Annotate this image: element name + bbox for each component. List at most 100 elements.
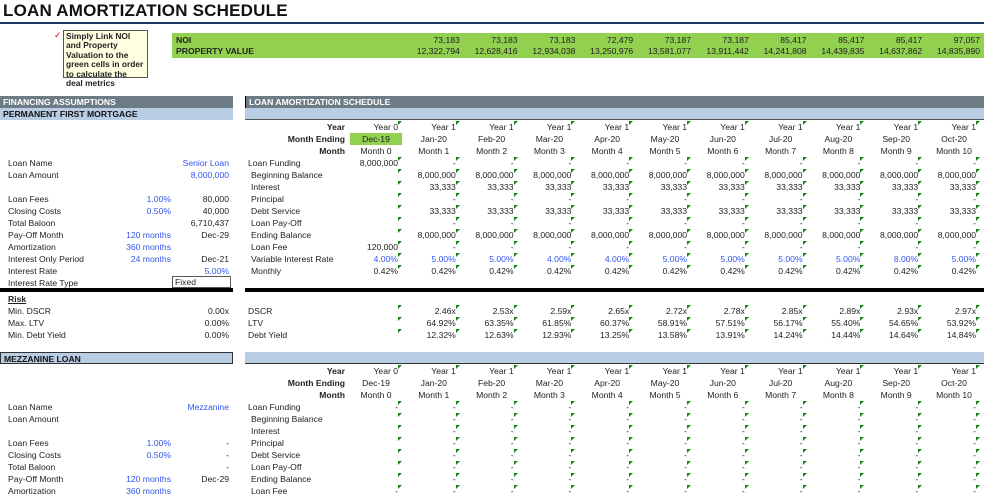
schedule-cell[interactable]: 5.00% (695, 253, 749, 265)
schedule-cell: - (579, 217, 634, 229)
mezz-schedule-cell: - (579, 413, 634, 425)
instruction-comment: Simply Link NOI and Property Valuation t… (63, 30, 148, 88)
mezz-schedule-cell: - (695, 473, 749, 485)
assumption-value[interactable]: Senior Loan (172, 157, 229, 169)
schedule-cell[interactable]: 5.00% (810, 253, 865, 265)
schedule-cell: 8,000,000 (810, 169, 865, 181)
mezz-schedule-cell: - (637, 461, 691, 473)
mezz-assumption-input[interactable]: 0.50% (100, 449, 171, 461)
mezz-schedule-cell: - (521, 473, 576, 485)
schedule-row-label: Interest (251, 426, 280, 436)
assumption-value: 6,710,437 (190, 218, 229, 228)
assumption-input[interactable]: 120 months (100, 229, 171, 241)
mezz-schedule-cell: - (521, 461, 576, 473)
mezz-schedule-cell: - (406, 473, 460, 485)
schedule-cell: - (695, 157, 749, 169)
assumption-input[interactable]: 0.50% (100, 205, 171, 217)
schedule-cell: 8,000,000 (637, 229, 691, 241)
mezz-schedule-cell: - (464, 449, 518, 461)
schedule-cell: - (810, 241, 865, 253)
mezz-schedule-cell: - (464, 473, 518, 485)
mezz-schedule-cell: - (926, 461, 980, 473)
mezz-schedule-cell: - (695, 449, 749, 461)
assumption-input[interactable]: 360 months (100, 241, 171, 253)
metric-cell: 56.17% (753, 317, 807, 329)
schedule-subheader-band (245, 108, 984, 120)
schedule-cell[interactable]: 5.00% (464, 253, 518, 265)
mezz-schedule-cell: - (810, 461, 865, 473)
mezz-schedule-cell: - (579, 461, 634, 473)
metric-cell: 14.24% (753, 329, 807, 341)
schedule-cell[interactable]: 4.00% (579, 253, 634, 265)
assumption-label: Loan Amount (8, 170, 59, 180)
metric-cell: 2.46x (406, 305, 460, 317)
schedule-cell: - (753, 217, 807, 229)
year-header: Year 1 (695, 121, 749, 133)
schedule-cell: - (868, 217, 923, 229)
mezz-schedule-cell: - (753, 413, 807, 425)
month-ending-header[interactable]: Dec-19 (350, 133, 402, 145)
mezz-schedule-cell: - (521, 401, 576, 413)
mezz-schedule-cell: - (753, 461, 807, 473)
schedule-cell: 0.42% (406, 265, 460, 277)
mezz-schedule-cell: - (521, 485, 576, 497)
comment-indicator-icon: ✓ (54, 30, 62, 40)
schedule-cell[interactable]: 4.00% (521, 253, 576, 265)
year-header: Year 1 (810, 365, 865, 377)
assumption-value: Dec-21 (201, 254, 229, 264)
schedule-cell: - (926, 241, 980, 253)
schedule-cell[interactable]: 5.00% (406, 253, 460, 265)
mezz-assumption-value: Dec-29 (201, 474, 229, 484)
month-ending-header: Mar-20 (535, 134, 563, 144)
assumption-label: Interest Rate (8, 266, 58, 276)
schedule-cell: 33,333 (868, 181, 923, 193)
month-number-header: Month 9 (880, 146, 912, 156)
month-number-header: Month 1 (418, 390, 450, 400)
mezz-assumption-input[interactable]: 120 months (100, 473, 171, 485)
schedule-cell: 0.42% (579, 265, 634, 277)
schedule-cell[interactable]: 8.00% (868, 253, 923, 265)
mezz-schedule-cell: - (464, 437, 518, 449)
assumption-input[interactable]: 1.00% (100, 193, 171, 205)
metric-cell: 2.59x (521, 305, 576, 317)
schedule-cell[interactable]: 4.00% (348, 253, 402, 265)
mezz-assumption-input[interactable]: 360 months (100, 485, 171, 497)
month-ending-header: May-20 (650, 134, 680, 144)
mezz-schedule-cell: - (406, 485, 460, 497)
mezz-schedule-cell: - (926, 473, 980, 485)
schedule-row-label: Debt Service (251, 206, 301, 216)
year-header: Year 1 (579, 121, 634, 133)
schedule-cell: 33,333 (521, 205, 576, 217)
month-ending-header: May-20 (650, 378, 680, 388)
schedule-cell: 33,333 (464, 181, 518, 193)
mezz-schedule-cell: - (579, 485, 634, 497)
property-value-value: 14,637,862 (879, 46, 923, 56)
mezzanine-schedule-band (245, 352, 984, 364)
assumption-label: Loan Name (8, 158, 53, 168)
schedule-cell: - (464, 241, 518, 253)
mezz-assumption-input[interactable]: 1.00% (100, 437, 171, 449)
mezz-schedule-cell: - (753, 449, 807, 461)
interest-rate-type-select[interactable]: Fixed (172, 276, 231, 288)
assumption-value[interactable]: 5.00% (172, 265, 229, 277)
mezz-schedule-cell: - (810, 485, 865, 497)
schedule-cell: - (406, 241, 460, 253)
schedule-cell[interactable]: 5.00% (926, 253, 980, 265)
assumption-input[interactable]: 24 months (100, 253, 171, 265)
schedule-cell[interactable]: 5.00% (637, 253, 691, 265)
metric-cell: 12.93% (521, 329, 576, 341)
schedule-row-label: Loan Fee (251, 242, 288, 252)
property-value-value: 13,581,077 (647, 46, 691, 56)
schedule-cell: 33,333 (579, 181, 634, 193)
mezz-schedule-cell: - (637, 413, 691, 425)
formula-marker (392, 437, 402, 449)
assumption-value: Dec-29 (201, 230, 229, 240)
month-number-header: Month 6 (707, 390, 739, 400)
assumption-value[interactable]: 8,000,000 (172, 169, 229, 181)
schedule-row-label: Loan Funding (248, 402, 301, 412)
mezz-schedule-cell: - (926, 485, 980, 497)
month-ending-header[interactable]: Dec-19 (350, 377, 402, 389)
mezz-assumption-value[interactable]: Mezzanine (172, 401, 229, 413)
schedule-cell[interactable]: 5.00% (753, 253, 807, 265)
schedule-cell: - (810, 157, 865, 169)
